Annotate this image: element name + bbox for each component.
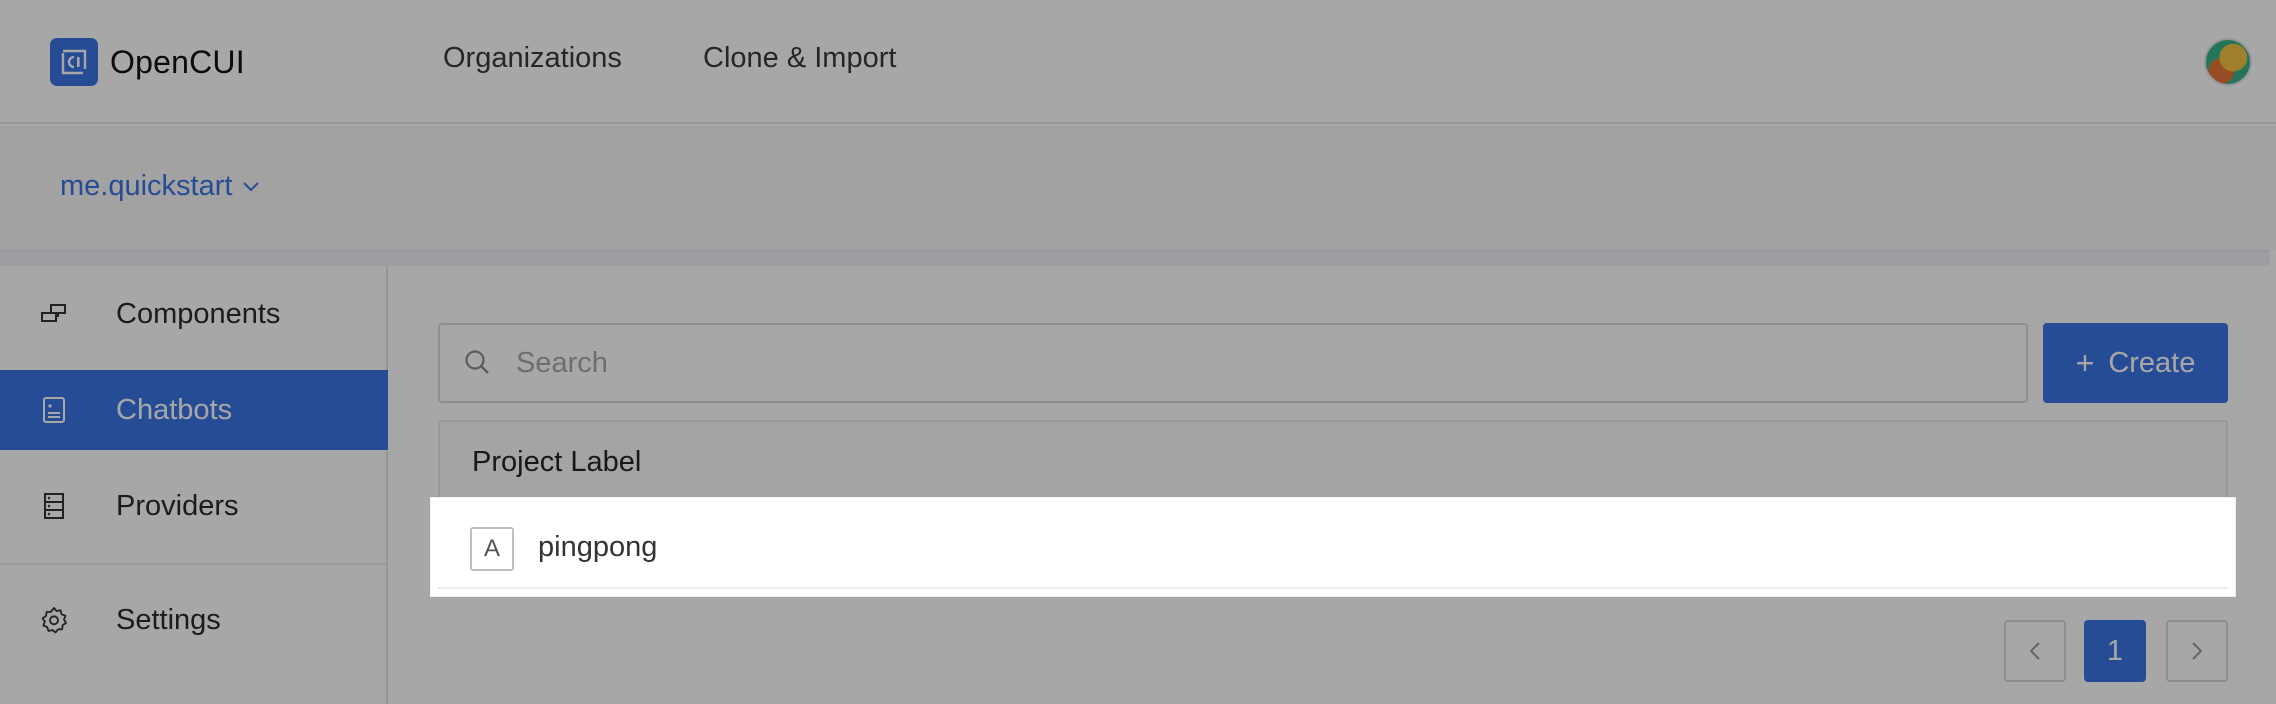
org-name: me.quickstart — [60, 170, 233, 202]
chatbot-icon — [38, 394, 70, 426]
chevron-down-icon — [243, 181, 260, 191]
sidebar-item-label: Components — [116, 297, 281, 330]
sidebar-item-label: Chatbots — [116, 393, 233, 426]
sidebar-item-label: Providers — [116, 489, 239, 522]
sidebar-item-settings[interactable]: Settings — [0, 580, 388, 660]
components-icon — [38, 298, 70, 330]
sidebar-item-chatbots[interactable]: Chatbots — [0, 370, 388, 450]
app-logo[interactable]: OpenCUI — [50, 38, 245, 86]
gear-icon — [38, 604, 70, 636]
pagination-next-button[interactable] — [2166, 620, 2228, 682]
divider — [0, 250, 2270, 266]
sidebar-item-label: Settings — [116, 603, 221, 636]
create-button[interactable]: + Create — [2043, 323, 2228, 403]
project-badge: A — [470, 527, 514, 571]
search-input[interactable] — [516, 339, 1996, 387]
top-navbar: OpenCUI Organizations Clone & Import — [0, 0, 2276, 124]
plus-icon: + — [2075, 344, 2095, 381]
opencui-logo-icon — [50, 38, 98, 86]
table-row[interactable]: A pingpong — [438, 507, 2228, 589]
pagination-prev-button[interactable] — [2004, 620, 2066, 682]
org-bar: me.quickstart — [0, 126, 2276, 250]
sidebar-item-components[interactable]: Components — [0, 274, 388, 354]
sidebar-item-providers[interactable]: Providers — [0, 466, 388, 546]
sidebar: Components Chatbots Providers Settings — [0, 266, 388, 704]
table-header: Project Label — [440, 422, 2226, 500]
chevron-right-icon — [2192, 642, 2203, 660]
create-button-label: Create — [2108, 346, 2196, 379]
nav-organizations[interactable]: Organizations — [443, 42, 622, 75]
org-selector[interactable]: me.quickstart — [60, 170, 260, 203]
column-header-project-label: Project Label — [472, 446, 642, 478]
search-field[interactable] — [438, 323, 2028, 403]
nav-clone-import[interactable]: Clone & Import — [703, 42, 896, 75]
project-name[interactable]: pingpong — [538, 531, 657, 564]
chevron-left-icon — [2029, 642, 2040, 660]
user-avatar[interactable] — [2204, 38, 2252, 86]
app-name: OpenCUI — [110, 43, 245, 80]
overlay-mask — [2236, 497, 2276, 597]
search-icon — [462, 347, 494, 384]
providers-icon — [38, 490, 70, 522]
pagination-page-current[interactable]: 1 — [2084, 620, 2146, 682]
divider — [0, 563, 386, 565]
